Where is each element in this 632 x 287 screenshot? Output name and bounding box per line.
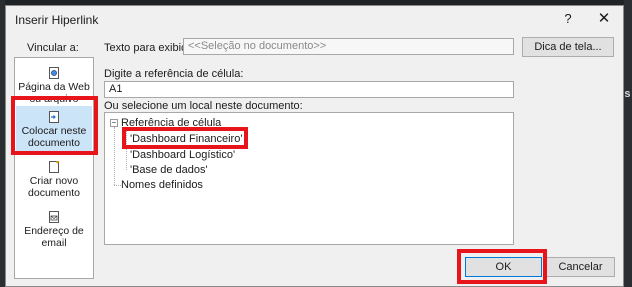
new-document-icon [48, 160, 60, 173]
link-option-new-document[interactable]: Criar novo documento [16, 160, 92, 199]
link-option-email-label: Endereço de email [24, 225, 84, 249]
cancel-button[interactable]: Cancelar [546, 257, 615, 277]
tree-connector [114, 185, 121, 186]
location-label: Ou selecione um local neste documento: [104, 100, 303, 112]
tree-node-defined-names[interactable]: Nomes definidos [121, 179, 203, 191]
globe-file-icon [48, 67, 60, 79]
tree-node-sheet-base-dados[interactable]: 'Base de dados' [130, 164, 208, 176]
help-icon[interactable]: ? [559, 10, 577, 28]
background-window-right [624, 0, 632, 287]
cell-reference-input[interactable]: A1 [104, 81, 514, 98]
tree-connector [114, 127, 115, 185]
link-option-new-document-label: Criar novo documento [28, 175, 80, 199]
tree-node-sheet-logistico[interactable]: 'Dashboard Logístico' [130, 149, 235, 161]
highlight-ok-button [457, 249, 547, 284]
email-icon [48, 211, 60, 223]
display-text-field[interactable]: <<Seleção no documento>> [183, 38, 514, 55]
screen-tip-button[interactable]: Dica de tela... [522, 37, 614, 57]
link-to-panel: Página da Web ou arquivo existente Coloc… [14, 57, 94, 279]
close-icon[interactable]: ✕ [595, 10, 613, 28]
highlight-this-document [11, 96, 98, 155]
insert-hyperlink-dialog: Inserir Hiperlink ? ✕ Vincular a: Página… [5, 5, 624, 287]
cell-reference-label: Digite a referência de célula: [104, 68, 244, 80]
link-option-email[interactable]: Endereço de email [16, 211, 92, 249]
title-bar: Inserir Hiperlink ? ✕ [6, 6, 623, 34]
dialog-title: Inserir Hiperlink [15, 13, 99, 27]
link-to-label: Vincular a: [27, 42, 79, 54]
highlight-sheet-financeiro [122, 127, 248, 149]
collapse-icon[interactable]: − [110, 119, 118, 127]
